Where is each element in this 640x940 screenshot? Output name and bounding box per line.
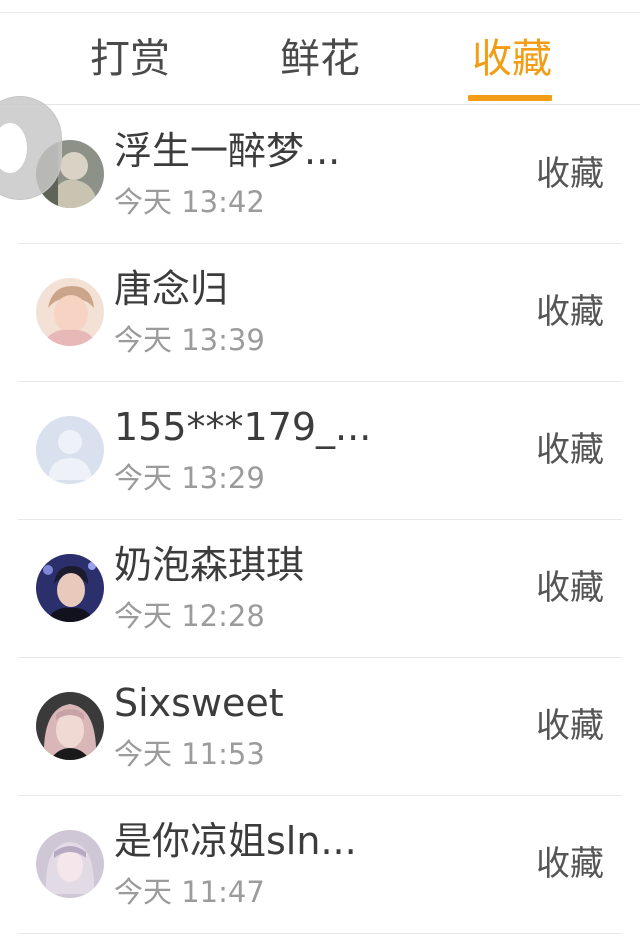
item-time: 今天 11:53	[114, 737, 265, 771]
favorite-action[interactable]: 收藏	[536, 284, 604, 340]
item-time: 今天 13:39	[114, 323, 265, 357]
tab-reward[interactable]: 打赏	[82, 13, 178, 105]
tab-favorites[interactable]: 收藏	[464, 13, 560, 105]
list-item[interactable]: Sixsweet 今天 11:53 收藏	[0, 658, 640, 796]
item-time: 今天 12:28	[114, 599, 265, 633]
favorite-action[interactable]: 收藏	[536, 560, 604, 616]
list-item[interactable]: 奶泡森琪琪 今天 12:28 收藏	[0, 520, 640, 658]
favorite-action[interactable]: 收藏	[536, 422, 604, 478]
user-avatar[interactable]	[36, 554, 104, 622]
item-time: 今天 11:47	[114, 875, 265, 909]
favorite-action[interactable]: 收藏	[536, 146, 604, 202]
item-time: 今天 13:29	[114, 461, 265, 495]
user-name: 是你凉姐sln...	[114, 819, 357, 863]
list-item[interactable]: 是你凉姐sln... 今天 11:47 收藏	[0, 796, 640, 934]
list-item[interactable]: 浮生一醉梦... 今天 13:42 收藏	[0, 106, 640, 244]
user-avatar[interactable]	[36, 692, 104, 760]
tab-flowers[interactable]: 鲜花	[272, 13, 368, 105]
list-item[interactable]: 唐念归 今天 13:39 收藏	[0, 244, 640, 382]
favorites-list: 浮生一醉梦... 今天 13:42 收藏 唐念归 今天 13:39 收藏 155…	[0, 106, 640, 934]
default-avatar-icon[interactable]	[36, 416, 104, 484]
list-item[interactable]: 155***179_... 今天 13:29 收藏	[0, 382, 640, 520]
tab-bar: 打赏 鲜花 收藏	[0, 13, 640, 105]
user-name: 唐念归	[114, 267, 229, 311]
user-name: 浮生一醉梦...	[114, 129, 341, 173]
favorite-action[interactable]: 收藏	[536, 836, 604, 892]
user-name: 155***179_...	[114, 405, 372, 449]
favorite-action[interactable]: 收藏	[536, 698, 604, 754]
item-time: 今天 13:42	[114, 185, 265, 219]
circle-icon	[0, 123, 27, 173]
user-name: 奶泡森琪琪	[114, 543, 305, 587]
active-tab-indicator	[468, 95, 552, 101]
user-name: Sixsweet	[114, 681, 284, 725]
row-divider	[18, 933, 622, 934]
user-avatar[interactable]	[36, 278, 104, 346]
user-avatar[interactable]	[36, 830, 104, 898]
